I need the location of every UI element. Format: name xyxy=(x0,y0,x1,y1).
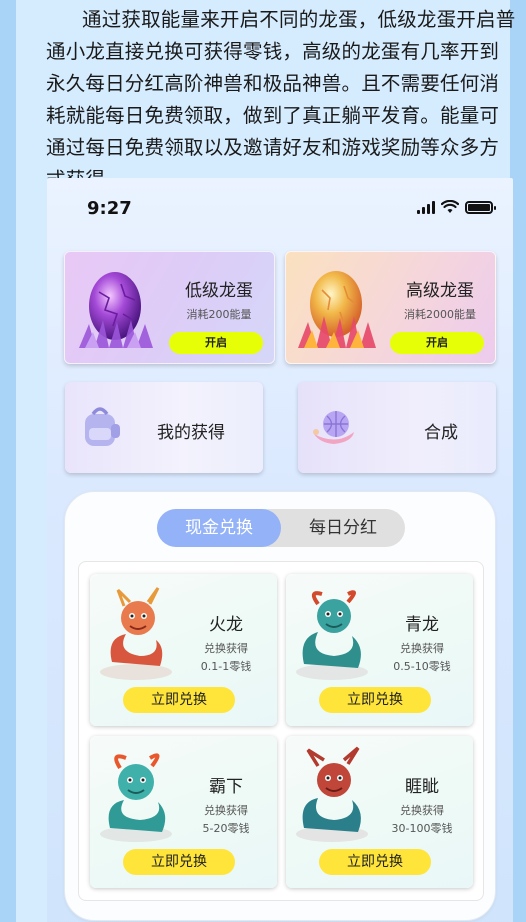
phone-screen: 9:27 低级龙蛋 消耗200能量 开启 高级龙蛋 消耗2000能量 开启 我的… xyxy=(47,178,513,922)
egg-cost: 消耗200能量 xyxy=(186,308,252,321)
wifi-icon xyxy=(441,200,459,213)
open-high-egg-button[interactable]: 开启 xyxy=(390,332,484,354)
airship-icon xyxy=(313,411,354,444)
tab-cash-exchange[interactable]: 现金兑换 xyxy=(157,509,281,547)
backpack-icon xyxy=(85,407,120,446)
dragon-name: 青龙 xyxy=(405,615,439,635)
status-icons xyxy=(417,200,496,214)
azure-dragon-icon xyxy=(296,590,368,680)
exchange-button[interactable]: 立即兑换 xyxy=(123,849,235,875)
yazi-dragon-icon xyxy=(296,746,368,842)
fire-dragon-icon xyxy=(100,587,172,680)
my-rewards-label: 我的获得 xyxy=(157,423,225,443)
egg-title: 高级龙蛋 xyxy=(406,281,474,301)
my-rewards-button[interactable]: 我的获得 xyxy=(65,382,263,473)
dragon-card-fire[interactable]: 火龙 兑换获得 0.1-1零钱 立即兑换 xyxy=(90,574,277,726)
dragon-reward-label: 兑换获得 xyxy=(204,804,248,817)
exchange-button[interactable]: 立即兑换 xyxy=(319,849,431,875)
dragon-card-azure[interactable]: 青龙 兑换获得 0.5-10零钱 立即兑换 xyxy=(286,574,473,726)
dragon-card-yazi[interactable]: 睚眦 兑换获得 30-100零钱 立即兑换 xyxy=(286,736,473,888)
dragon-name: 霸下 xyxy=(209,777,243,797)
exchange-button[interactable]: 立即兑换 xyxy=(319,687,431,713)
golden-egg-icon xyxy=(298,271,376,348)
dragon-reward-label: 兑换获得 xyxy=(400,804,444,817)
signal-icon xyxy=(417,200,435,214)
synthesis-button[interactable]: 合成 xyxy=(298,382,496,473)
exchange-panel: 现金兑换 每日分红 火龙 兑换获得 0.1-1零钱 立即兑换 青龙 兑换获得 0… xyxy=(64,491,496,921)
baxia-dragon-icon xyxy=(100,753,172,842)
dragon-reward-label: 兑换获得 xyxy=(400,642,444,655)
status-time: 9:27 xyxy=(87,198,132,219)
battery-icon xyxy=(465,200,496,214)
purple-egg-icon xyxy=(79,272,153,348)
exchange-button[interactable]: 立即兑换 xyxy=(123,687,235,713)
egg-cost: 消耗2000能量 xyxy=(404,308,476,321)
dragon-name: 睚眦 xyxy=(405,777,439,797)
high-egg-card[interactable]: 高级龙蛋 消耗2000能量 开启 xyxy=(285,251,496,364)
dragon-reward-range: 0.5-10零钱 xyxy=(393,660,451,673)
tab-daily-dividend[interactable]: 每日分红 xyxy=(281,509,405,547)
intro-paragraph: 通过获取能量来开启不同的龙蛋，低级龙蛋开启普通小龙直接兑换可获得零钱，高级的龙蛋… xyxy=(46,8,516,191)
open-low-egg-button[interactable]: 开启 xyxy=(169,332,263,354)
dragon-grid: 火龙 兑换获得 0.1-1零钱 立即兑换 青龙 兑换获得 0.5-10零钱 立即… xyxy=(78,561,484,901)
egg-title: 低级龙蛋 xyxy=(185,281,253,301)
dragon-name: 火龙 xyxy=(209,615,243,635)
dragon-reward-label: 兑换获得 xyxy=(204,642,248,655)
synthesis-label: 合成 xyxy=(424,423,458,443)
dragon-reward-range: 30-100零钱 xyxy=(391,822,453,835)
page-frame: 通过获取能量来开启不同的龙蛋，低级龙蛋开启普通小龙直接兑换可获得零钱，高级的龙蛋… xyxy=(0,0,526,922)
tab-switcher: 现金兑换 每日分红 xyxy=(157,509,405,547)
low-egg-card[interactable]: 低级龙蛋 消耗200能量 开启 xyxy=(64,251,275,364)
dragon-card-baxia[interactable]: 霸下 兑换获得 5-20零钱 立即兑换 xyxy=(90,736,277,888)
dragon-reward-range: 5-20零钱 xyxy=(202,822,250,835)
dragon-reward-range: 0.1-1零钱 xyxy=(200,660,252,673)
